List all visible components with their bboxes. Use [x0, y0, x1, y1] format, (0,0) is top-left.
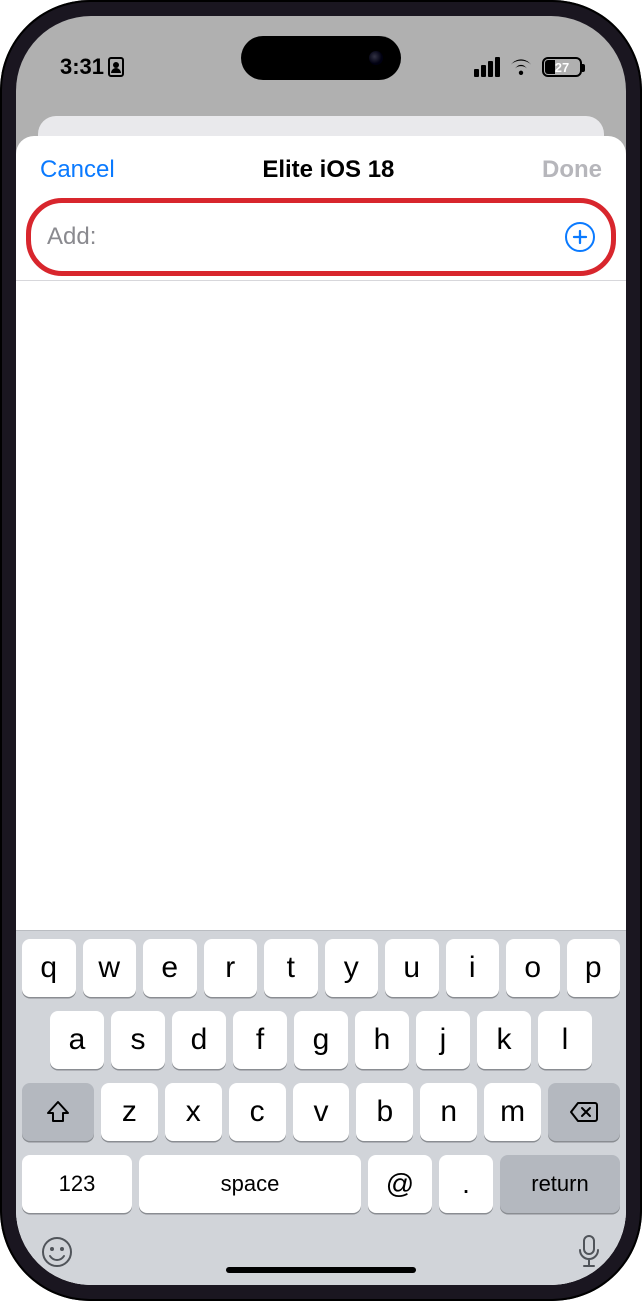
keyboard-row-2: a s d f g h j k l [22, 1011, 620, 1069]
key-g[interactable]: g [294, 1011, 348, 1069]
dictation-button[interactable] [576, 1234, 602, 1270]
key-m[interactable]: m [484, 1083, 541, 1141]
status-right: 27 [474, 57, 582, 77]
key-q[interactable]: q [22, 939, 76, 997]
divider [16, 280, 626, 281]
sheet-title: Elite iOS 18 [262, 156, 394, 184]
key-i[interactable]: i [446, 939, 500, 997]
keyboard-row-bottom: 123 space @ . return [22, 1155, 620, 1213]
key-r[interactable]: r [204, 939, 258, 997]
keyboard: q w e r t y u i o p a s d f g h [16, 930, 626, 1285]
status-left: 3:31 [60, 54, 124, 80]
microphone-icon [576, 1234, 602, 1270]
key-j[interactable]: j [416, 1011, 470, 1069]
keyboard-row-1: q w e r t y u i o p [22, 939, 620, 997]
key-v[interactable]: v [293, 1083, 350, 1141]
done-button[interactable]: Done [542, 156, 602, 184]
plus-icon [572, 229, 588, 245]
battery-icon: 27 [542, 57, 582, 77]
key-n[interactable]: n [420, 1083, 477, 1141]
key-s[interactable]: s [111, 1011, 165, 1069]
key-d[interactable]: d [172, 1011, 226, 1069]
battery-percent: 27 [555, 60, 569, 75]
clock: 3:31 [60, 54, 104, 80]
phone-frame: 3:31 27 Cancel Elite iOS 18 [0, 0, 642, 1301]
annotation-highlight: Add: [26, 198, 616, 276]
key-space[interactable]: space [139, 1155, 361, 1213]
key-123[interactable]: 123 [22, 1155, 132, 1213]
shift-icon [45, 1099, 71, 1125]
front-camera [369, 51, 383, 65]
home-indicator[interactable] [226, 1267, 416, 1273]
screen: 3:31 27 Cancel Elite iOS 18 [16, 16, 626, 1285]
backspace-icon [569, 1101, 599, 1123]
keyboard-row-3: z x c v b n m [22, 1083, 620, 1141]
add-field-label: Add: [47, 223, 96, 251]
key-o[interactable]: o [506, 939, 560, 997]
emoji-button[interactable] [40, 1235, 74, 1269]
key-backspace[interactable] [548, 1083, 620, 1141]
key-p[interactable]: p [567, 939, 621, 997]
key-h[interactable]: h [355, 1011, 409, 1069]
key-y[interactable]: y [325, 939, 379, 997]
key-e[interactable]: e [143, 939, 197, 997]
add-contact-button[interactable] [565, 222, 595, 252]
key-u[interactable]: u [385, 939, 439, 997]
wifi-icon [508, 57, 534, 77]
key-t[interactable]: t [264, 939, 318, 997]
cellular-signal-icon [474, 57, 500, 77]
key-b[interactable]: b [356, 1083, 413, 1141]
key-x[interactable]: x [165, 1083, 222, 1141]
key-at[interactable]: @ [368, 1155, 432, 1213]
emoji-icon [40, 1235, 74, 1269]
key-c[interactable]: c [229, 1083, 286, 1141]
cancel-button[interactable]: Cancel [40, 156, 115, 184]
key-w[interactable]: w [83, 939, 137, 997]
sheet-header: Cancel Elite iOS 18 Done [16, 136, 626, 198]
add-contact-field[interactable]: Add: [33, 205, 609, 269]
key-dot[interactable]: . [439, 1155, 493, 1213]
key-f[interactable]: f [233, 1011, 287, 1069]
dynamic-island [241, 36, 401, 80]
modal-sheet: Cancel Elite iOS 18 Done Add: [16, 136, 626, 1285]
key-k[interactable]: k [477, 1011, 531, 1069]
contact-card-icon [108, 57, 124, 77]
key-return[interactable]: return [500, 1155, 620, 1213]
key-a[interactable]: a [50, 1011, 104, 1069]
key-l[interactable]: l [538, 1011, 592, 1069]
key-shift[interactable] [22, 1083, 94, 1141]
key-z[interactable]: z [101, 1083, 158, 1141]
